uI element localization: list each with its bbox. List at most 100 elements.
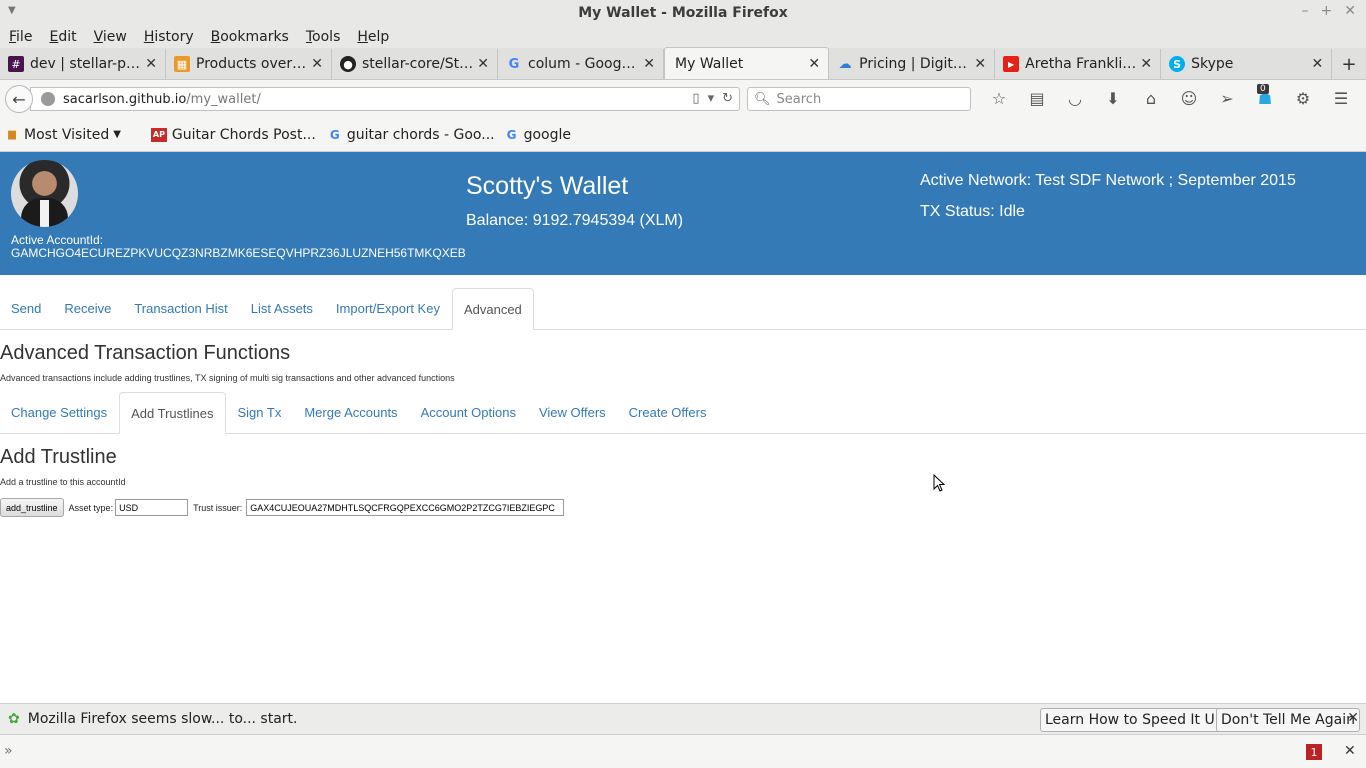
tab-view-offers[interactable]: View Offers: [528, 392, 617, 433]
tab-send[interactable]: Send: [0, 288, 52, 329]
browser-tab[interactable]: ● stellar-core/Ste... ✕: [332, 49, 498, 79]
globe-icon: [41, 92, 55, 106]
menu-history[interactable]: History: [144, 29, 203, 45]
google-icon: G: [508, 56, 520, 72]
new-tab-button[interactable]: +: [1332, 49, 1366, 79]
browser-tab[interactable]: ☁ Pricing | Digital... ✕: [829, 49, 996, 79]
send-icon[interactable]: ➢: [1208, 89, 1246, 108]
home-icon[interactable]: ⌂: [1132, 89, 1170, 108]
browser-tab[interactable]: ▶ Aretha Franklin... ✕: [995, 49, 1162, 79]
tab-import-export-key[interactable]: Import/Export Key: [325, 288, 451, 329]
page-content: Active AccountId: GAMCHGO4ECUREZPKVUCQZ3…: [0, 152, 1366, 703]
menu-help[interactable]: Help: [357, 29, 398, 45]
menu-hamburger-icon[interactable]: ☰: [1322, 89, 1360, 108]
github-icon: ●: [340, 56, 356, 72]
tab-list-assets[interactable]: List Assets: [240, 288, 324, 329]
close-tab-icon[interactable]: ✕: [1311, 56, 1323, 72]
window-controls: – + ✕: [1302, 3, 1356, 19]
navigation-bar: sacarlson.github.io/my_wallet/ ▯ ▾ ↻ ← 🔍…: [0, 80, 1366, 118]
pocket-icon[interactable]: ◡: [1056, 89, 1094, 108]
browser-tab[interactable]: ▦ Products overv... ✕: [166, 49, 332, 79]
tab-receive[interactable]: Receive: [53, 288, 122, 329]
tab-create-offers[interactable]: Create Offers: [618, 392, 718, 433]
bookmark-star-icon[interactable]: ☆: [980, 89, 1018, 108]
menu-view[interactable]: View: [94, 29, 136, 45]
chevron-right-icon[interactable]: »: [4, 743, 13, 759]
bookmark-most-visited[interactable]: ▆ Most Visited ▼: [5, 127, 121, 143]
reader-view-icon[interactable]: ▯: [692, 91, 699, 106]
reading-list-icon[interactable]: ▤: [1018, 89, 1056, 108]
close-tab-icon[interactable]: ✕: [145, 56, 157, 72]
close-tab-icon[interactable]: ✕: [643, 56, 655, 72]
extension-icon[interactable]: ⚙: [1284, 89, 1322, 108]
dropdown-icon[interactable]: ▾: [708, 91, 715, 106]
tab-strip: # dev | stellar-pu... ✕ ▦ Products overv…: [0, 47, 1366, 80]
close-tab-icon[interactable]: ✕: [974, 56, 986, 72]
menu-edit[interactable]: Edit: [49, 29, 85, 45]
browser-tab[interactable]: G colum - Google... ✕: [498, 49, 664, 79]
tab-merge-accounts[interactable]: Merge Accounts: [293, 392, 408, 433]
add-trustline-button[interactable]: add_trustline: [0, 498, 64, 517]
menu-bar: File Edit View History Bookmarks Tools H…: [0, 26, 1366, 48]
search-bar[interactable]: 🔍︎ Search: [747, 87, 971, 111]
close-tab-icon[interactable]: ✕: [311, 56, 323, 72]
tab-label: Aretha Franklin...: [1025, 56, 1137, 72]
close-window-icon[interactable]: ✕: [1344, 3, 1356, 19]
cloud-icon: ☁: [838, 56, 852, 72]
url-path: /my_wallet/: [186, 91, 261, 107]
tab-advanced[interactable]: Advanced: [451, 288, 534, 330]
tab-change-settings[interactable]: Change Settings: [0, 392, 118, 433]
browser-tab[interactable]: S Skype ✕: [1161, 49, 1333, 79]
dont-tell-again-button[interactable]: Don't Tell Me Again: [1216, 708, 1360, 732]
learn-speed-button[interactable]: Learn How to Speed It Up: [1040, 708, 1229, 732]
skype-icon: S: [1169, 56, 1186, 72]
notification-text: Mozilla Firefox seems slow... to... star…: [27, 711, 298, 727]
plus-icon: +: [1341, 53, 1357, 75]
trustline-form: add_trustline Asset type: Trust issuer:: [0, 498, 565, 517]
back-button[interactable]: ←: [5, 85, 33, 113]
bookmark-label: Guitar Chords Post...: [171, 126, 316, 143]
url-host: sacarlson.github.io: [63, 91, 187, 107]
tab-sign-tx[interactable]: Sign Tx: [227, 392, 293, 433]
toolbar-icons: ☆ ▤ ◡ ⬇ ⌂ ☺ ➢ ☗ ⚙ ☰: [980, 89, 1360, 108]
tab-add-trustlines[interactable]: Add Trustlines: [119, 392, 226, 434]
download-icon[interactable]: ⬇: [1094, 89, 1132, 108]
bookmark-item[interactable]: AP Guitar Chords Post...: [150, 126, 316, 143]
close-notification-icon[interactable]: ✕: [1347, 710, 1359, 726]
tab-account-options[interactable]: Account Options: [410, 392, 527, 433]
account-id: GAMCHGO4ECUREZPKVUCQZ3NRBZMK6ESEQVHPRZ36…: [11, 246, 466, 260]
menu-file[interactable]: File: [9, 29, 41, 45]
error-count-badge[interactable]: 1: [1306, 744, 1322, 760]
close-toolbar-icon[interactable]: ✕: [1344, 743, 1356, 759]
google-icon: G: [329, 127, 340, 142]
search-placeholder: Search: [776, 91, 822, 107]
tab-transaction-hist[interactable]: Transaction Hist: [123, 288, 238, 329]
bookmark-item[interactable]: G google: [505, 127, 571, 143]
notification-bar: ✿ Mozilla Firefox seems slow... to... st…: [0, 703, 1366, 734]
bookmarks-bar: ▆ Most Visited ▼ AP Guitar Chords Post..…: [0, 118, 1366, 152]
advanced-sub-tabs: Change Settings Add Trustlines Sign Tx M…: [0, 392, 1366, 434]
account-id-label: Active AccountId:: [11, 233, 104, 247]
url-bar[interactable]: sacarlson.github.io/my_wallet/ ▯ ▾ ↻: [30, 87, 740, 111]
tiles-icon: ▦: [174, 56, 190, 72]
tab-label: Products overv...: [196, 56, 308, 72]
ghostery-count-badge: 0: [1257, 84, 1269, 94]
trust-issuer-input[interactable]: [246, 499, 565, 516]
wallet-balance: Balance: 9192.7945394 (XLM): [466, 212, 684, 229]
maximize-icon[interactable]: +: [1321, 3, 1333, 19]
hash-icon: #: [8, 56, 24, 72]
chat-icon[interactable]: ☺: [1170, 89, 1208, 108]
close-tab-icon[interactable]: ✕: [808, 56, 820, 72]
asset-type-input[interactable]: [115, 499, 189, 516]
window-menu-icon[interactable]: ▼: [8, 5, 16, 16]
browser-tab-active[interactable]: My Wallet ✕: [664, 47, 830, 79]
minimize-icon[interactable]: –: [1302, 3, 1309, 19]
close-tab-icon[interactable]: ✕: [477, 56, 489, 72]
reload-icon[interactable]: ↻: [722, 91, 733, 106]
close-tab-icon[interactable]: ✕: [1140, 56, 1152, 72]
bookmark-item[interactable]: G guitar chords - Goo...: [328, 127, 495, 143]
browser-tab[interactable]: # dev | stellar-pu... ✕: [0, 49, 166, 79]
menu-bookmarks[interactable]: Bookmarks: [211, 29, 298, 45]
menu-tools[interactable]: Tools: [306, 29, 350, 45]
turtle-icon: ✿: [8, 711, 20, 727]
